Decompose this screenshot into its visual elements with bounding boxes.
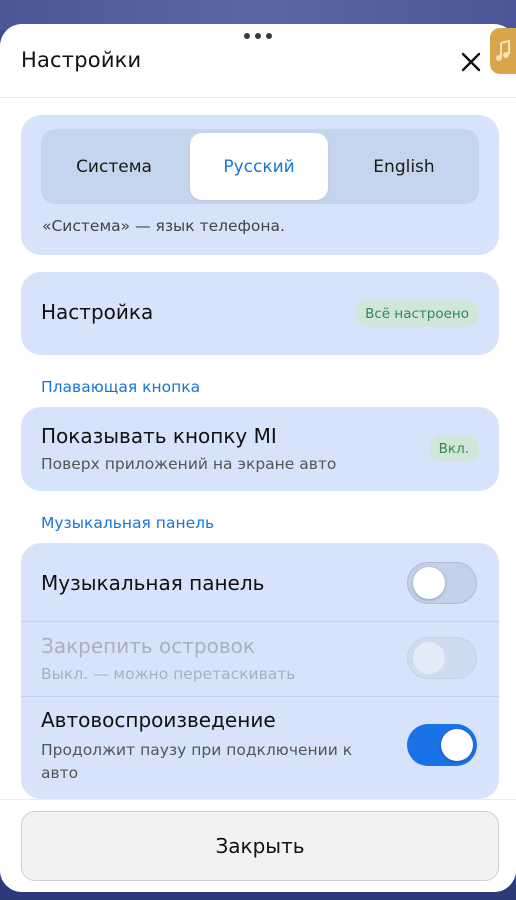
autoplay-label: Автовоспроизведение xyxy=(41,708,276,732)
floating-music-handle[interactable] xyxy=(490,28,516,74)
music-panel-toggle[interactable] xyxy=(407,562,477,604)
floating-button-subtitle: Поверх приложений на экране авто xyxy=(41,455,337,473)
page-title: Настройки xyxy=(21,48,142,72)
autoplay-subtitle: Продолжит паузу при подключении к авто xyxy=(41,741,353,782)
language-option-system[interactable]: Система xyxy=(45,133,183,200)
music-panel-toggle-label: Музыкальная панель xyxy=(41,571,265,595)
drag-handle-icon[interactable] xyxy=(0,30,516,42)
row-divider xyxy=(21,696,499,697)
language-card: Система Русский English «Система» — язык… xyxy=(21,115,499,255)
language-option-russian[interactable]: Русский xyxy=(190,133,328,200)
floating-button-status-badge: Вкл. xyxy=(428,435,479,462)
header-divider xyxy=(0,97,516,98)
autoplay-toggle[interactable] xyxy=(407,724,477,766)
section-music-panel: Музыкальная панель xyxy=(41,514,215,532)
floating-button-title: Показывать кнопку MI xyxy=(41,424,277,448)
language-segmented-control: Система Русский English xyxy=(41,129,479,204)
section-floating-button: Плавающая кнопка xyxy=(41,378,201,396)
setup-label: Настройка xyxy=(41,300,154,324)
music-note-icon xyxy=(496,40,510,61)
music-panel-card: Музыкальная панель Закрепить островок Вы… xyxy=(21,543,499,799)
setup-status-badge: Всё настроено xyxy=(355,300,479,327)
pin-island-label: Закрепить островок xyxy=(41,634,255,658)
language-option-english[interactable]: English xyxy=(335,133,473,200)
row-divider xyxy=(21,621,499,622)
settings-sheet: Настройки Система Русский English «Систе… xyxy=(0,24,516,892)
close-button[interactable] xyxy=(456,49,486,75)
close-sheet-button[interactable]: Закрыть xyxy=(21,811,499,881)
close-icon xyxy=(461,52,481,72)
pin-island-subtitle: Выкл. — можно перетаскивать xyxy=(41,665,296,683)
setup-card[interactable]: Настройка Всё настроено xyxy=(21,272,499,355)
pin-island-toggle[interactable] xyxy=(407,637,477,679)
floating-button-card[interactable]: Показывать кнопку MI Поверх приложений н… xyxy=(21,407,499,491)
language-note: «Система» — язык телефона. xyxy=(42,217,285,235)
